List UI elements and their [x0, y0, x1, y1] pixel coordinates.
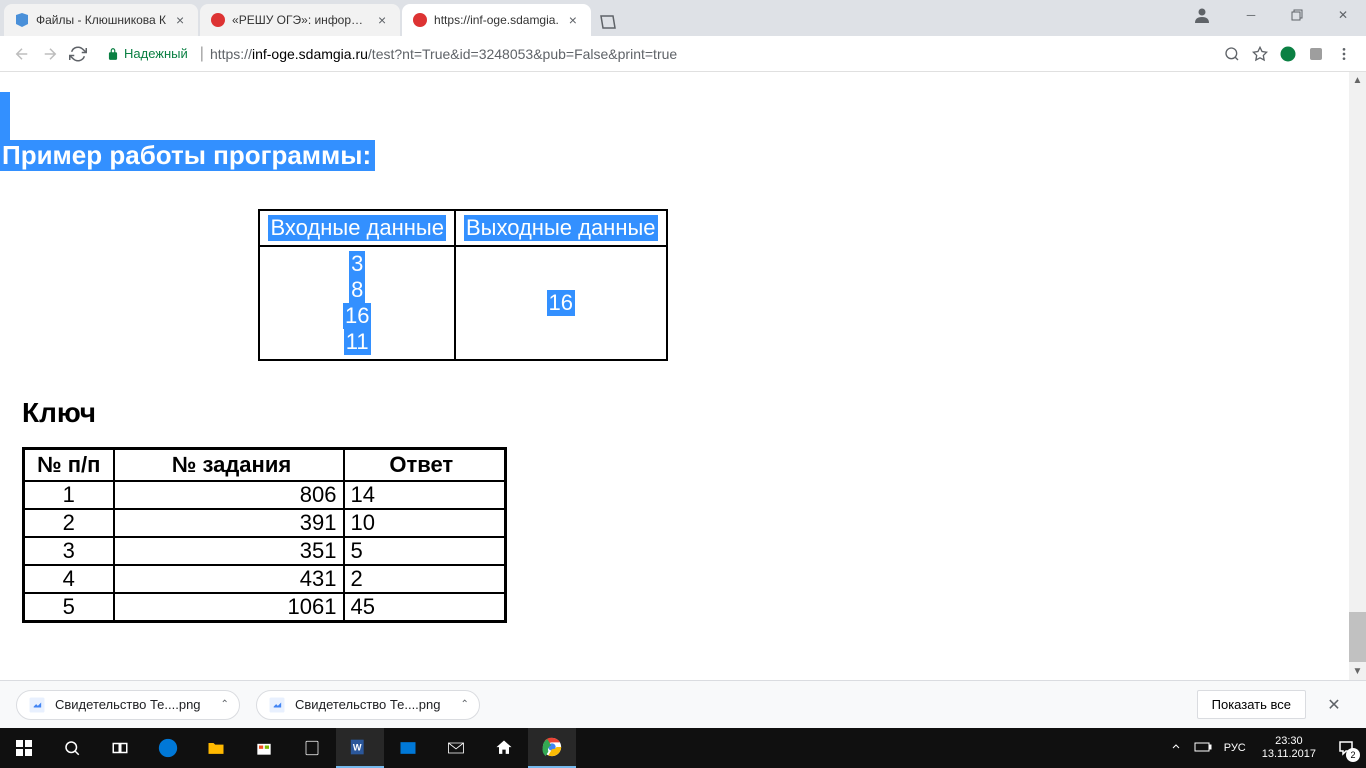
reload-button[interactable]	[64, 40, 92, 68]
star-bookmark-icon[interactable]	[1246, 40, 1274, 68]
app-taskbar-icon[interactable]	[288, 728, 336, 768]
secure-label: Надежный	[124, 46, 188, 61]
tab-title: https://inf-oge.sdamgia.	[434, 13, 559, 27]
tab-close-button[interactable]: ×	[565, 12, 581, 28]
table-row: 3 351 5	[24, 537, 506, 565]
profile-avatar-icon[interactable]	[1186, 0, 1218, 31]
file-explorer-taskbar-icon[interactable]	[192, 728, 240, 768]
url-bar[interactable]: Надежный | https://inf-oge.sdamgia.ru/te…	[100, 40, 1210, 68]
mail-taskbar-icon[interactable]	[432, 728, 480, 768]
edge-taskbar-icon[interactable]	[144, 728, 192, 768]
close-window-button[interactable]: ✕	[1320, 0, 1366, 30]
time-text: 23:30	[1262, 735, 1316, 748]
browser-tab-2[interactable]: «РЕШУ ОГЭ»: информат ×	[200, 4, 400, 36]
secure-badge[interactable]: Надежный	[106, 46, 188, 61]
tab-close-button[interactable]: ×	[374, 12, 390, 28]
chevron-up-icon[interactable]: ⌃	[221, 699, 229, 710]
page-viewport: Пример работы программы: Входные данные …	[0, 72, 1366, 680]
battery-icon[interactable]	[1188, 741, 1218, 756]
svg-text:W: W	[353, 743, 362, 753]
download-filename: Свидетельство Те....png	[295, 697, 441, 712]
scroll-up-button[interactable]: ▲	[1349, 72, 1366, 89]
col-header-npp: № п/п	[24, 449, 114, 482]
url-separator: |	[200, 45, 204, 63]
notifications-button[interactable]: 2	[1326, 728, 1366, 768]
tab-close-button[interactable]: ×	[172, 12, 188, 28]
store-taskbar-icon[interactable]	[240, 728, 288, 768]
table-row: 2 391 10	[24, 509, 506, 537]
key-heading: Ключ	[22, 397, 1366, 429]
task-view-button[interactable]	[96, 728, 144, 768]
lock-icon	[106, 47, 120, 61]
tray-chevron-icon[interactable]	[1164, 741, 1188, 756]
date-text: 13.11.2017	[1262, 748, 1316, 761]
address-bar: Надежный | https://inf-oge.sdamgia.ru/te…	[0, 36, 1366, 72]
table-header-row: № п/п № задания Ответ	[24, 449, 506, 482]
favicon-icon	[412, 12, 428, 28]
forward-button[interactable]	[36, 40, 64, 68]
download-filename: Свидетельство Те....png	[55, 697, 201, 712]
chrome-taskbar-icon[interactable]	[528, 728, 576, 768]
url-actions	[1218, 40, 1358, 68]
example-input-cell: 3 8 16 11	[259, 246, 455, 360]
key-table: № п/п № задания Ответ 1 806 14 2 391 10 …	[22, 447, 507, 623]
home-taskbar-icon[interactable]	[480, 728, 528, 768]
notification-count-badge: 2	[1346, 748, 1360, 762]
back-button[interactable]	[8, 40, 36, 68]
extension-icon-2[interactable]	[1302, 40, 1330, 68]
maximize-button[interactable]	[1274, 0, 1320, 30]
clock[interactable]: 23:30 13.11.2017	[1252, 735, 1326, 761]
table-row: 5 1061 45	[24, 593, 506, 622]
chevron-up-icon[interactable]: ⌃	[460, 699, 468, 710]
tab-title: «РЕШУ ОГЭ»: информат	[232, 13, 368, 27]
scroll-down-button[interactable]: ▼	[1349, 663, 1366, 680]
show-all-downloads-button[interactable]: Показать все	[1197, 690, 1306, 719]
example-table: Входные данные Выходные данные 3 8 16 11…	[258, 209, 667, 361]
example-header-input: Входные данные	[259, 210, 455, 246]
new-tab-button[interactable]	[593, 8, 621, 36]
extension-icon[interactable]	[1274, 40, 1302, 68]
download-item[interactable]: Свидетельство Те....png ⌃	[256, 690, 480, 720]
scrollbar-thumb[interactable]	[1349, 612, 1366, 662]
browser-tab-1[interactable]: Файлы - Клюшникова К ×	[4, 4, 198, 36]
start-button[interactable]	[0, 728, 48, 768]
image-file-icon	[27, 695, 47, 715]
browser-tab-3[interactable]: https://inf-oge.sdamgia. ×	[402, 4, 591, 36]
close-downloads-shelf-button[interactable]: ✕	[1318, 689, 1350, 721]
tab-title: Файлы - Клюшникова К	[36, 13, 166, 27]
col-header-task: № задания	[114, 449, 344, 482]
downloads-shelf: Свидетельство Те....png ⌃ Свидетельство …	[0, 680, 1366, 728]
table-row: 4 431 2	[24, 565, 506, 593]
example-header-output: Выходные данные	[455, 210, 667, 246]
url-text: https://inf-oge.sdamgia.ru/test?nt=True&…	[210, 46, 677, 62]
browser-tabs-bar: Файлы - Клюшникова К × «РЕШУ ОГЭ»: инфор…	[0, 0, 1366, 36]
table-row: 1 806 14	[24, 481, 506, 509]
minimize-button[interactable]: ─	[1228, 0, 1274, 30]
example-output-cell: 16	[455, 246, 667, 360]
col-header-answer: Ответ	[344, 449, 506, 482]
scrollbar-track[interactable]	[1349, 72, 1366, 680]
example-heading: Пример работы программы:	[0, 140, 375, 171]
image-file-icon	[267, 695, 287, 715]
language-indicator[interactable]: РУС	[1218, 742, 1252, 754]
window-controls: ─ ✕	[1186, 0, 1366, 30]
favicon-icon	[210, 12, 226, 28]
app-taskbar-icon[interactable]	[384, 728, 432, 768]
menu-button[interactable]	[1330, 40, 1358, 68]
favicon-icon	[14, 12, 30, 28]
download-item[interactable]: Свидетельство Те....png ⌃	[16, 690, 240, 720]
search-button[interactable]	[48, 728, 96, 768]
windows-taskbar: W РУС 23:30 13.11.2017 2	[0, 728, 1366, 768]
zoom-icon[interactable]	[1218, 40, 1246, 68]
system-tray: РУС 23:30 13.11.2017 2	[1164, 728, 1366, 768]
word-taskbar-icon[interactable]: W	[336, 728, 384, 768]
